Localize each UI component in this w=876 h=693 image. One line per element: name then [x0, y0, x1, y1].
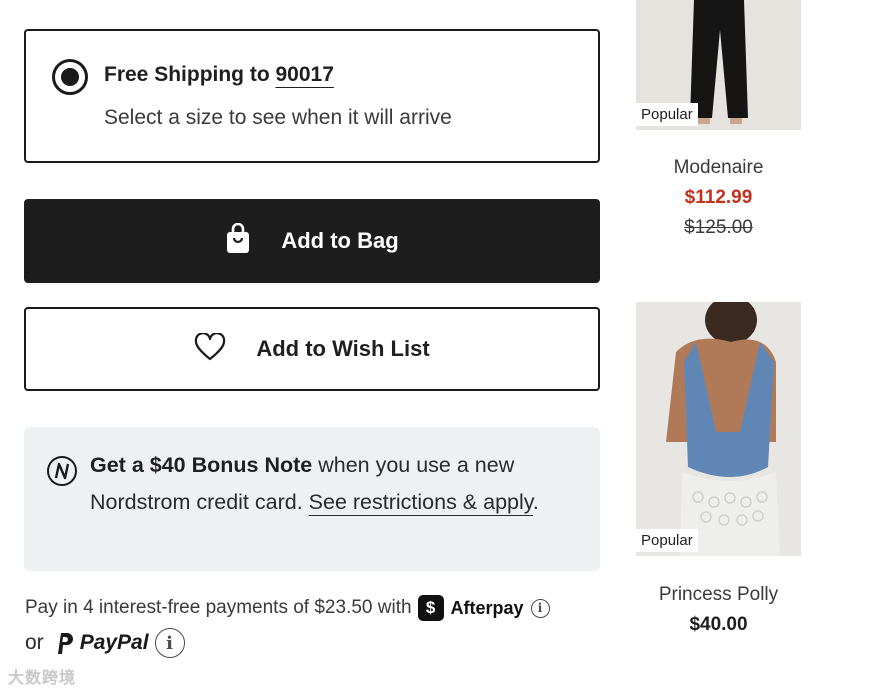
add-to-wishlist-label: Add to Wish List — [256, 336, 430, 361]
sale-price: $112.99 — [684, 187, 753, 208]
radio-selected-dot — [61, 68, 79, 86]
shipping-title-prefix: Free Shipping to — [104, 63, 276, 86]
add-to-wishlist-button[interactable]: Add to Wish List — [24, 307, 600, 391]
zip-code-link[interactable]: 90017 — [276, 63, 334, 86]
bonus-note-text: Get a $40 Bonus Note when you use a new … — [90, 447, 560, 520]
product-brand[interactable]: Princess Polly — [636, 584, 801, 606]
or-text: or — [25, 631, 44, 654]
paypal-line: or PayPal i — [25, 628, 185, 658]
afterpay-line: Pay in 4 interest-free payments of $23.5… — [25, 595, 550, 621]
see-restrictions-link[interactable]: See restrictions & apply — [309, 490, 533, 514]
heart-icon — [194, 331, 226, 366]
watermark: 大数跨境 — [8, 670, 77, 687]
shipping-title: Free Shipping to 90017 — [104, 63, 334, 87]
afterpay-logo-icon: $ — [417, 595, 444, 621]
product-brand[interactable]: Modenaire — [636, 157, 801, 179]
bonus-end: . — [532, 489, 539, 514]
popular-badge: Popular — [636, 103, 698, 126]
product-image-modenaire[interactable]: Popular — [636, 0, 801, 130]
product-image-princess-polly[interactable]: Popular — [636, 302, 801, 556]
shipping-subtitle: Select a size to see when it will arrive — [104, 106, 452, 129]
shipping-option[interactable]: Free Shipping to 90017 Select a size to … — [24, 29, 600, 163]
product-price: $40.00 — [689, 614, 748, 635]
bonus-note-banner: Get a $40 Bonus Note when you use a new … — [24, 427, 600, 571]
add-to-bag-label: Add to Bag — [281, 228, 399, 253]
paypal-logo-icon — [54, 631, 74, 655]
afterpay-wordmark: Afterpay — [450, 597, 524, 618]
paypal-info-icon[interactable]: i — [154, 628, 185, 658]
add-to-bag-button[interactable]: Add to Bag — [24, 199, 600, 283]
denim-halter-top-illustration — [636, 302, 801, 556]
shopping-bag-icon — [225, 222, 251, 260]
bonus-headline: Get a $40 Bonus Note — [90, 453, 313, 477]
paypal-wordmark: PayPal — [79, 631, 149, 654]
popular-badge: Popular — [636, 529, 698, 552]
afterpay-info-icon[interactable]: i — [530, 598, 550, 618]
original-price: $125.00 — [684, 217, 753, 238]
shipping-radio[interactable] — [52, 59, 88, 95]
nordstrom-n-icon — [46, 455, 78, 492]
installments-text: Pay in 4 interest-free payments of $23.5… — [25, 597, 412, 618]
